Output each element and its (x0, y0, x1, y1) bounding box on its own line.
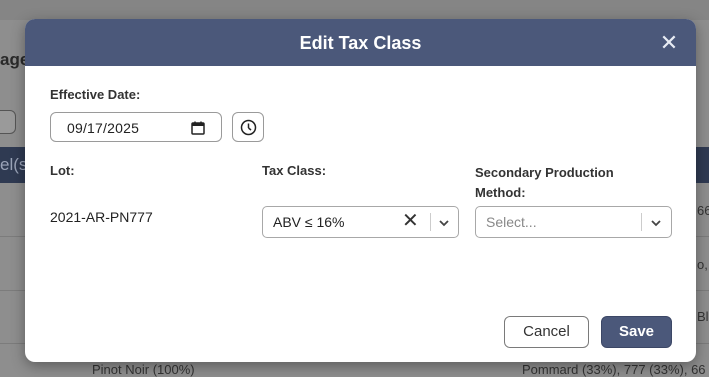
background-cell: o, L (697, 257, 709, 272)
save-button[interactable]: Save (601, 316, 672, 348)
secondary-production-method-label: Secondary Production Method: (475, 165, 614, 200)
close-icon[interactable]: ✕ (658, 32, 680, 54)
background-cell: Pommard (33%), 777 (33%), 66 (522, 362, 706, 377)
select-separator (430, 213, 431, 231)
background-cell: Pinot Noir (100%) (92, 362, 195, 377)
lot-value: 2021-AR-PN777 (50, 209, 153, 225)
clock-icon (240, 119, 257, 136)
effective-date-value: 09/17/2025 (67, 120, 140, 136)
background-cell: Bl (697, 309, 709, 324)
modal-header: Edit Tax Class ✕ (25, 19, 696, 66)
secondary-production-method-select[interactable]: Select... (475, 206, 672, 238)
background-top-bar (0, 0, 709, 20)
modal-title: Edit Tax Class (299, 33, 422, 53)
effective-date-input[interactable]: 09/17/2025 (50, 112, 222, 142)
secondary-production-method-placeholder: Select... (486, 214, 537, 230)
effective-date-label: Effective Date: (50, 87, 141, 102)
background-control (0, 110, 16, 134)
clear-icon[interactable]: ✕ (402, 211, 419, 231)
select-separator (641, 213, 642, 231)
time-picker-button[interactable] (232, 112, 264, 142)
calendar-icon[interactable] (191, 121, 205, 140)
tax-class-select[interactable]: ABV ≤ 16% ✕ (262, 206, 459, 238)
tax-class-value: ABV ≤ 16% (273, 214, 345, 230)
tax-class-label: Tax Class: (262, 163, 327, 178)
edit-tax-class-modal: Edit Tax Class ✕ Effective Date: 09/17/2… (25, 19, 696, 362)
lot-label: Lot: (50, 163, 75, 178)
cancel-button[interactable]: Cancel (504, 316, 589, 348)
background-cell: 66 (697, 203, 709, 218)
chevron-down-icon[interactable] (650, 216, 662, 234)
background-table-header-text: el(s (0, 155, 28, 174)
chevron-down-icon[interactable] (438, 216, 450, 234)
